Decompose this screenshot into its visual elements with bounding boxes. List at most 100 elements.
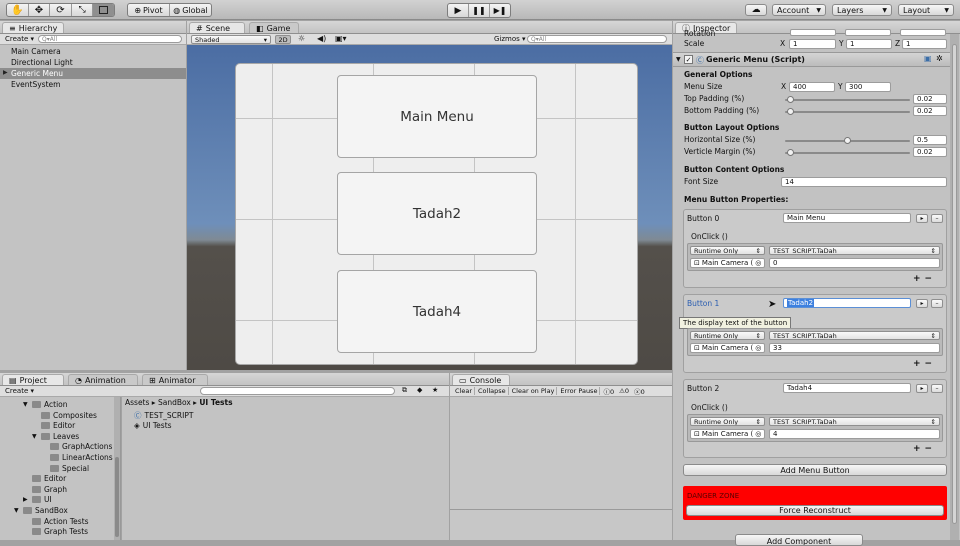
object-field[interactable]: ⊡ Main Camera (◎ [690, 258, 765, 268]
runtime-dropdown[interactable]: Runtime Only ⇕ [690, 246, 765, 255]
folder-item[interactable]: Graph Tests [23, 527, 88, 536]
top-padding-slider[interactable] [785, 96, 910, 103]
warning-count-toggle[interactable]: ⚠0 [617, 387, 631, 395]
hierarchy-item[interactable]: EventSystem [11, 80, 60, 89]
object-picker-icon[interactable]: ◎ [755, 259, 761, 267]
folder-item[interactable]: ▼ Leaves [32, 432, 79, 441]
object-picker-icon[interactable]: ◎ [755, 344, 761, 352]
horizontal-size-field[interactable]: 0.5 [913, 135, 947, 145]
folder-item[interactable]: ▼ Action [23, 400, 68, 409]
button-1-text-field[interactable]: Tadah2 [783, 298, 911, 308]
pivot-button[interactable]: ⊕ Pivot [128, 4, 170, 16]
function-dropdown[interactable]: TEST_SCRIPT.TaDah ⇕ [769, 331, 940, 340]
rotation-y-field[interactable] [845, 29, 891, 36]
slider-knob[interactable] [844, 137, 851, 144]
tab-console[interactable]: ▭ Console [452, 374, 510, 385]
effects-dropdown-icon[interactable]: ▣▾ [335, 34, 347, 43]
menu-size-y-field[interactable]: 300 [845, 82, 891, 92]
foldout-arrow-icon[interactable]: ▶ [23, 496, 29, 503]
folder-item[interactable]: Special [41, 464, 89, 473]
slider-knob[interactable] [787, 108, 795, 115]
enabled-checkbox[interactable]: ✓ [684, 55, 693, 64]
foldout-arrow-icon[interactable]: ▼ [14, 507, 20, 514]
play-icon[interactable]: ▶ [448, 4, 469, 17]
console-clear-on-play-button[interactable]: Clear on Play [510, 387, 558, 395]
foldout-arrow-icon[interactable]: ▼ [32, 433, 38, 440]
rotation-x-field[interactable] [790, 29, 836, 36]
runtime-dropdown[interactable]: Runtime Only ⇕ [690, 417, 765, 426]
object-field[interactable]: ⊡ Main Camera (◎ [690, 429, 765, 439]
component-header[interactable]: ▼ ✓ Ⓒ Generic Menu (Script) ▣ ✲ [673, 52, 950, 67]
scene-search-input[interactable]: Q▾All [527, 35, 667, 43]
add-event-button[interactable]: + [913, 444, 921, 454]
horizontal-size-slider[interactable] [785, 137, 910, 144]
function-dropdown[interactable]: TEST_SCRIPT.TaDah ⇕ [769, 417, 940, 426]
menu-button-tadah4[interactable]: Tadah4 [337, 270, 537, 353]
light-toggle-icon[interactable]: ☼ [298, 34, 305, 43]
remove-event-button[interactable]: − [925, 359, 933, 369]
scale-z-field[interactable]: 1 [902, 39, 947, 49]
tab-animator[interactable]: ⊞ Animator [142, 374, 208, 385]
breadcrumb-item[interactable]: Assets [125, 398, 149, 407]
pause-icon[interactable]: ❚❚ [469, 4, 490, 17]
tree-scrollbar[interactable] [114, 397, 120, 540]
menu-button-main-menu[interactable]: Main Menu [337, 75, 537, 158]
font-size-field[interactable]: 14 [781, 177, 947, 187]
menu-button-tadah2[interactable]: Tadah2 [337, 172, 537, 255]
add-component-button[interactable]: Add Component [735, 534, 863, 546]
scale-tool-icon[interactable]: ⤡ [72, 4, 94, 16]
function-dropdown[interactable]: TEST_SCRIPT.TaDah ⇕ [769, 246, 940, 255]
hierarchy-item[interactable]: Directional Light [11, 58, 73, 67]
gear-icon[interactable]: ✲ [936, 54, 943, 63]
argument-field[interactable]: 0 [769, 258, 940, 268]
folder-item[interactable]: Action Tests [23, 517, 89, 526]
folder-item[interactable]: Editor [32, 421, 75, 430]
rotation-z-field[interactable] [900, 29, 946, 36]
scale-y-field[interactable]: 1 [846, 39, 892, 49]
rotate-tool-icon[interactable]: ⟳ [50, 4, 72, 16]
top-padding-field[interactable]: 0.02 [913, 94, 947, 104]
info-count-toggle[interactable]: ⓘ0 [601, 386, 616, 396]
folder-item[interactable]: ▶ UI [23, 495, 52, 504]
step-icon[interactable]: ▶❚ [490, 4, 510, 17]
verticle-margin-slider[interactable] [785, 149, 910, 156]
menu-size-x-field[interactable]: 400 [789, 82, 835, 92]
verticle-margin-field[interactable]: 0.02 [913, 147, 947, 157]
button-0-move-down-button[interactable]: ▸ [916, 214, 928, 223]
button-2-move-down-button[interactable]: ▸ [916, 384, 928, 393]
breadcrumb-item[interactable]: SandBox [158, 398, 191, 407]
gizmos-dropdown[interactable]: Gizmos ▾ [494, 35, 526, 43]
button-1-move-down-button[interactable]: ▸ [916, 299, 928, 308]
error-count-toggle[interactable]: ⓧ0 [632, 386, 647, 396]
remove-event-button[interactable]: − [925, 444, 933, 454]
2d-toggle[interactable]: 2D [275, 35, 291, 44]
remove-event-button[interactable]: − [925, 274, 933, 284]
add-menu-button[interactable]: Add Menu Button [683, 464, 947, 476]
hierarchy-item-selected[interactable]: ▶ Generic Menu [0, 68, 186, 79]
runtime-dropdown[interactable]: Runtime Only ⇕ [690, 331, 765, 340]
console-clear-button[interactable]: Clear [453, 387, 475, 395]
layers-dropdown[interactable]: Layers ▼ [832, 4, 892, 16]
hierarchy-search-input[interactable]: Q▾All [38, 35, 182, 43]
help-book-icon[interactable]: ▣ [924, 54, 932, 63]
folder-item[interactable]: ▼ SandBox [14, 506, 68, 515]
slider-knob[interactable] [787, 149, 795, 156]
bottom-padding-field[interactable]: 0.02 [913, 106, 947, 116]
move-tool-icon[interactable]: ✥ [29, 4, 51, 16]
breadcrumb-item[interactable]: UI Tests [199, 398, 232, 407]
inspector-scrollbar[interactable] [950, 34, 959, 540]
argument-field[interactable]: 4 [769, 429, 940, 439]
hierarchy-create-button[interactable]: Create ▾ [5, 35, 34, 43]
button-0-remove-button[interactable]: – [931, 214, 943, 223]
object-picker-icon[interactable]: ◎ [755, 430, 761, 438]
account-dropdown[interactable]: Account ▼ [772, 4, 826, 16]
add-event-button[interactable]: + [913, 359, 921, 369]
folder-item[interactable]: Graph [23, 485, 67, 494]
asset-item[interactable]: Ⓒ TEST_SCRIPT [134, 410, 193, 421]
project-search-input[interactable] [200, 387, 395, 395]
button-1-remove-button[interactable]: – [931, 299, 943, 308]
tab-animation[interactable]: ◔ Animation [68, 374, 138, 385]
hierarchy-item[interactable]: Main Camera [11, 47, 61, 56]
bottom-padding-slider[interactable] [785, 108, 910, 115]
argument-field[interactable]: 33 [769, 343, 940, 353]
